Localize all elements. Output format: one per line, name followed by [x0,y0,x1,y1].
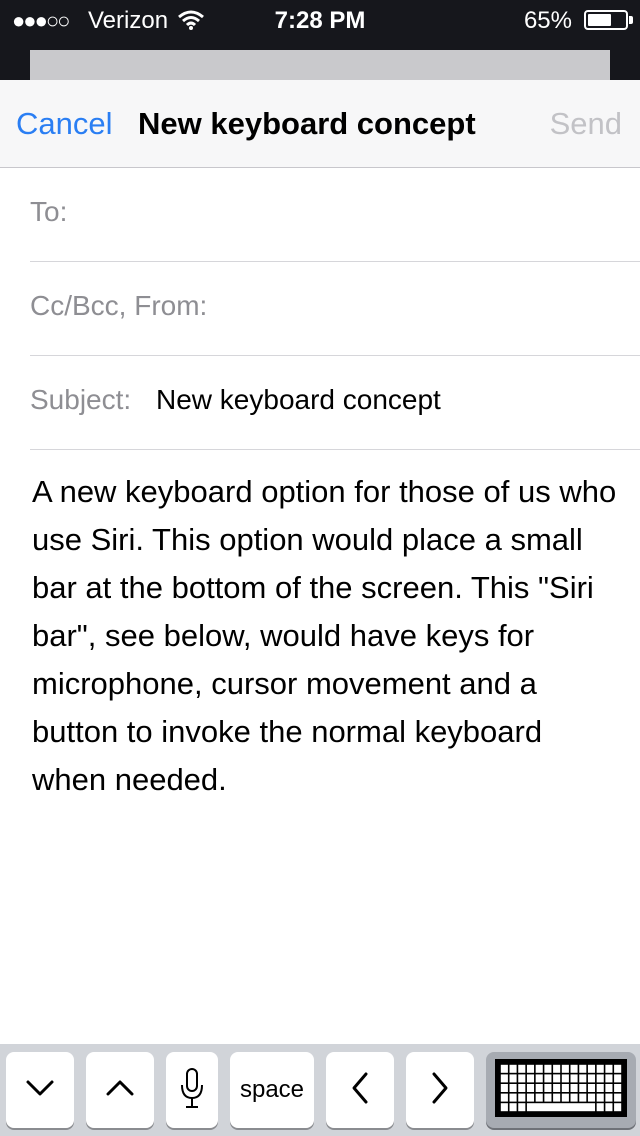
keyboard-icon-key [579,1064,587,1073]
keyboard-icon-key [596,1102,604,1111]
keyboard-icon-key [561,1083,569,1092]
microphone-button[interactable] [166,1052,218,1128]
keyboard-icon-key [500,1102,508,1111]
keyboard-icon-key [509,1083,517,1092]
cancel-button[interactable]: Cancel [16,106,113,142]
keyboard-icon-key [518,1093,526,1102]
keyboard-icon [495,1058,627,1122]
keyboard-icon-key [596,1073,604,1082]
keyboard-icon-key [570,1064,578,1073]
subject-value[interactable]: New keyboard concept [156,384,441,416]
keyboard-icon-key [553,1083,561,1092]
compose-title: New keyboard concept [138,106,476,141]
keyboard-icon-key [509,1093,517,1102]
keyboard-icon-key [561,1073,569,1082]
space-label: space [239,1076,305,1103]
keyboard-icon-key [535,1093,543,1102]
keyboard-icon-key [535,1064,543,1073]
keyboard-icon-key [500,1083,508,1092]
keyboard-icon-key [553,1064,561,1073]
keyboard-icon-key [500,1073,508,1082]
cc-bcc-from-label: Cc/Bcc, From: [30,290,208,321]
keyboard-icon-key [587,1083,596,1092]
keyboard-icon-key [544,1073,552,1082]
keyboard-icon-key [526,1064,535,1073]
keyboard-icon-key [614,1064,622,1073]
keyboard-icon-key [553,1073,561,1082]
keyboard-icon-key [535,1073,543,1082]
battery-nub [629,16,633,24]
keyboard-icon-key [579,1083,587,1092]
keyboard-icon-key [570,1073,578,1082]
keyboard-icon-key [544,1064,552,1073]
background-sheet [30,50,610,80]
keyboard-icon-key [596,1083,604,1092]
keyboard-icon-key [544,1093,552,1102]
compose-nav-bar: Cancel New keyboard concept Send [0,80,640,168]
keyboard-icon-key [614,1093,622,1102]
subject-field[interactable]: Subject: New keyboard concept [30,356,640,450]
keyboard-icon-key [596,1093,604,1102]
keyboard-icon-key [614,1073,622,1082]
cursor-right-button[interactable] [406,1052,474,1128]
keyboard-icon-key [579,1093,587,1102]
keyboard-icon-spacebar [526,1102,596,1111]
keyboard-icon-key [587,1073,596,1082]
keyboard-icon-key [526,1093,535,1102]
keyboard-icon-key [614,1102,622,1111]
keyboard-icon-key [544,1083,552,1092]
keyboard-icon-key [579,1073,587,1082]
keyboard-icon-key [526,1083,535,1092]
keyboard-icon-key [500,1093,508,1102]
keyboard-icon-key [535,1083,543,1092]
cc-bcc-from-field[interactable]: Cc/Bcc, From: [30,262,640,356]
battery-icon [584,10,628,30]
keyboard-icon-key [605,1093,613,1102]
siri-bar: space [0,1044,640,1136]
to-label: To: [30,196,68,227]
chevron-down-icon [25,1078,55,1103]
keyboard-icon-key [605,1073,613,1082]
keyboard-icon-key [553,1093,561,1102]
space-button[interactable]: space [230,1052,314,1128]
cursor-down-button[interactable] [6,1052,74,1128]
message-body[interactable]: A new keyboard option for those of us wh… [32,468,622,804]
send-button[interactable]: Send [550,106,622,142]
subject-label: Subject: [30,384,132,415]
battery-level [588,14,611,26]
keyboard-icon-key [570,1093,578,1102]
microphone-icon [180,1067,204,1114]
keyboard-icon-key [587,1093,596,1102]
keyboard-icon-key [614,1083,622,1092]
keyboard-icon-key [509,1102,517,1111]
keyboard-icon-key [526,1073,535,1082]
keyboard-icon-key [605,1083,613,1092]
keyboard-icon-key [509,1073,517,1082]
chevron-up-icon [105,1078,135,1103]
keyboard-icon-key [587,1064,596,1073]
keyboard-icon-key [561,1064,569,1073]
cursor-left-button[interactable] [326,1052,394,1128]
chevron-left-icon [350,1071,370,1110]
status-bar: ●●●○○ Verizon 7:28 PM 65% [0,0,640,80]
battery-percentage: 65% [523,7,572,34]
keyboard-icon-key [518,1083,526,1092]
keyboard-icon-key [561,1093,569,1102]
keyboard-icon-key [596,1064,604,1073]
keyboard-icon-key [605,1064,613,1073]
show-keyboard-button[interactable] [486,1052,636,1128]
chevron-right-icon [430,1071,450,1110]
to-field[interactable]: To: [30,168,640,262]
keyboard-icon-key [518,1073,526,1082]
keyboard-icon-key [605,1102,613,1111]
keyboard-icon-key [518,1064,526,1073]
keyboard-icon-key [500,1064,508,1073]
keyboard-icon-key [570,1083,578,1092]
keyboard-icon-key [518,1102,526,1111]
cursor-up-button[interactable] [86,1052,154,1128]
keyboard-icon-key [509,1064,517,1073]
